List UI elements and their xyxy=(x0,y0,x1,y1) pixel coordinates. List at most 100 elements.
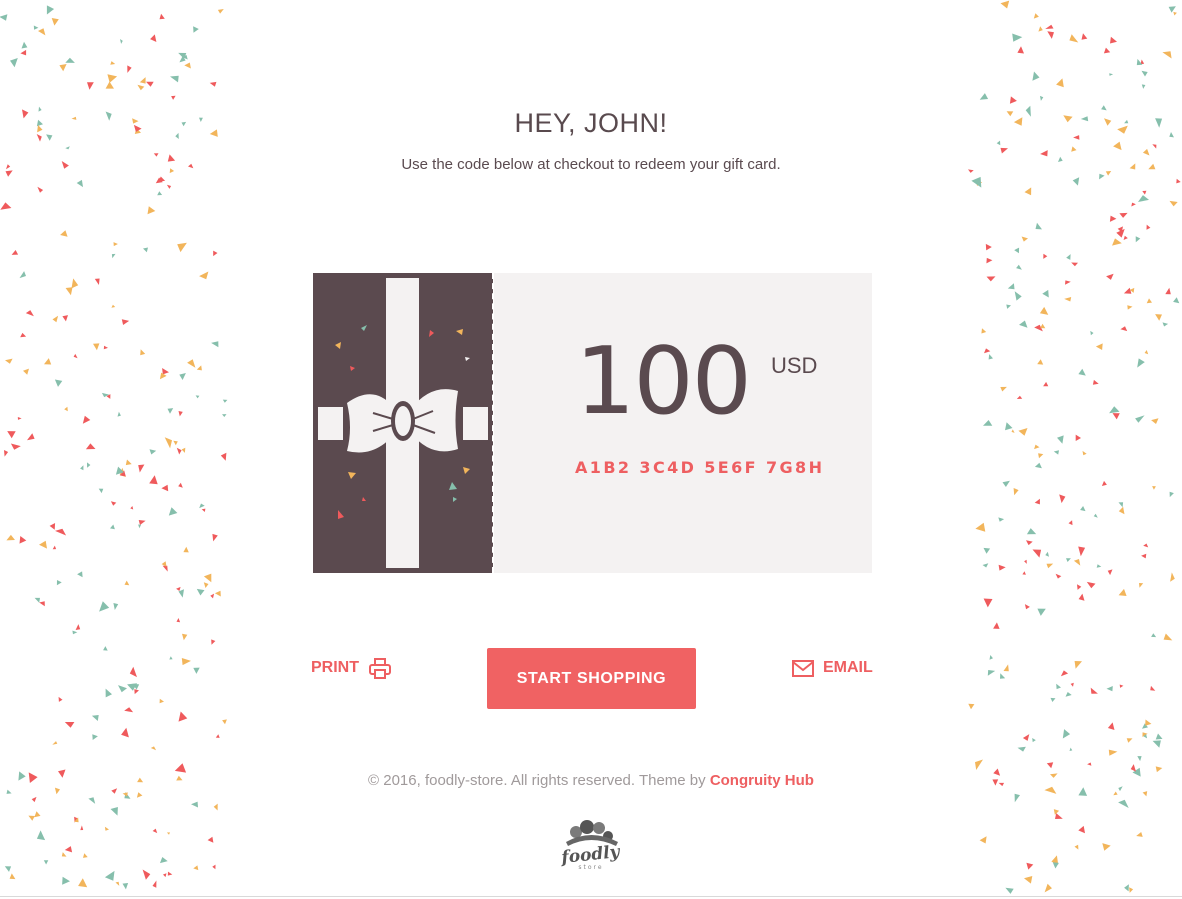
confetti-piece xyxy=(988,354,993,360)
confetti-piece xyxy=(983,420,993,426)
confetti-piece xyxy=(39,540,47,549)
confetti-piece xyxy=(1065,280,1071,285)
confetti-piece xyxy=(1146,298,1152,304)
confetti-piece xyxy=(130,506,134,510)
confetti-piece xyxy=(1106,686,1113,692)
redeem-instructions: Use the code below at checkout to redeem… xyxy=(401,156,781,173)
confetti-piece xyxy=(178,711,188,722)
confetti-piece xyxy=(33,25,39,30)
confetti-piece xyxy=(1162,322,1169,327)
confetti-piece xyxy=(1106,273,1114,280)
confetti-piece xyxy=(213,250,218,257)
confetti-piece xyxy=(138,524,142,529)
confetti-piece xyxy=(59,64,67,72)
confetti-piece xyxy=(1162,51,1172,59)
confetti-piece xyxy=(93,343,100,351)
confetti-piece xyxy=(105,688,112,698)
confetti-piece xyxy=(1102,843,1111,851)
confetti-piece xyxy=(215,734,220,738)
confetti-piece xyxy=(1124,884,1129,892)
confetti-piece xyxy=(167,871,173,876)
confetti-piece xyxy=(1024,876,1033,884)
confetti-piece xyxy=(1039,306,1049,315)
confetti-piece xyxy=(1101,480,1107,486)
confetti-piece xyxy=(111,304,116,308)
confetti-piece xyxy=(176,586,181,591)
confetti-piece xyxy=(211,341,219,348)
confetti-piece xyxy=(129,666,137,678)
confetti-piece xyxy=(31,796,37,803)
confetti-piece xyxy=(39,601,45,607)
confetti-piece xyxy=(127,65,132,73)
confetti-piece xyxy=(0,14,8,21)
confetti-piece xyxy=(987,670,996,676)
confetti-piece xyxy=(36,830,46,841)
confetti-piece xyxy=(20,332,27,338)
confetti-piece xyxy=(1060,670,1069,677)
confetti-piece xyxy=(1176,178,1181,184)
confetti-piece xyxy=(1032,71,1040,81)
confetti-piece xyxy=(163,873,167,878)
confetti-piece xyxy=(971,176,982,188)
confetti-piece xyxy=(989,655,993,660)
confetti-piece xyxy=(171,95,176,100)
confetti-piece xyxy=(984,348,991,354)
confetti-piece xyxy=(998,517,1005,522)
confetti-piece xyxy=(52,741,58,745)
email-link[interactable]: EMAIL xyxy=(792,656,873,680)
confetti-piece xyxy=(5,358,13,364)
gift-card-code: A1B2 3C4D 5E6F 7G8H xyxy=(575,458,825,477)
confetti-piece xyxy=(217,9,224,14)
confetti-piece xyxy=(1069,747,1073,751)
confetti-piece xyxy=(1024,187,1032,196)
footer-copyright: © 2016, foodly-store. All rights reserve… xyxy=(0,772,1182,789)
confetti-piece xyxy=(1038,26,1043,32)
confetti-piece xyxy=(1143,543,1149,548)
confetti-piece xyxy=(1075,434,1081,441)
print-link[interactable]: PRINT xyxy=(311,656,391,680)
confetti-piece xyxy=(986,276,996,282)
confetti-piece xyxy=(178,411,183,417)
theme-author-link[interactable]: Congruity Hub xyxy=(710,772,814,789)
confetti-piece xyxy=(103,345,108,350)
confetti-piece xyxy=(193,26,199,33)
confetti-piece xyxy=(10,58,18,68)
confetti-piece xyxy=(1069,34,1079,43)
confetti-piece xyxy=(1068,520,1073,526)
confetti-piece xyxy=(82,415,91,424)
start-shopping-button[interactable]: START SHOPPING xyxy=(487,648,696,709)
confetti-piece xyxy=(1016,395,1023,399)
confetti-piece xyxy=(1044,883,1052,893)
confetti-piece xyxy=(1033,13,1039,19)
confetti-piece xyxy=(1037,359,1044,365)
confetti-piece xyxy=(1090,687,1098,694)
confetti-piece xyxy=(1078,368,1086,376)
confetti-piece xyxy=(1151,418,1159,424)
confetti-piece xyxy=(1022,571,1026,575)
confetti-piece xyxy=(121,319,130,325)
confetti-piece xyxy=(1080,506,1086,512)
confetti-piece xyxy=(981,328,987,334)
confetti-piece xyxy=(152,828,158,834)
confetti-piece xyxy=(1103,47,1111,54)
confetti-piece xyxy=(1108,749,1118,756)
confetti-piece xyxy=(17,417,22,420)
confetti-piece xyxy=(179,373,186,380)
confetti-piece xyxy=(212,533,218,542)
confetti-piece xyxy=(1150,685,1156,691)
confetti-piece xyxy=(104,870,115,881)
confetti-piece xyxy=(1021,236,1028,242)
confetti-piece xyxy=(1016,264,1022,270)
confetti-piece xyxy=(162,368,169,375)
confetti-piece xyxy=(1034,462,1042,469)
confetti-piece xyxy=(1165,287,1171,295)
confetti-piece xyxy=(1155,314,1162,321)
confetti-piece xyxy=(94,278,100,285)
confetti-piece xyxy=(19,536,27,544)
confetti-piece xyxy=(1095,343,1103,350)
confetti-piece xyxy=(1050,697,1056,702)
confetti-piece xyxy=(1040,323,1046,329)
confetti-piece xyxy=(7,431,16,439)
confetti-piece xyxy=(1057,435,1064,444)
confetti-piece xyxy=(120,39,123,44)
